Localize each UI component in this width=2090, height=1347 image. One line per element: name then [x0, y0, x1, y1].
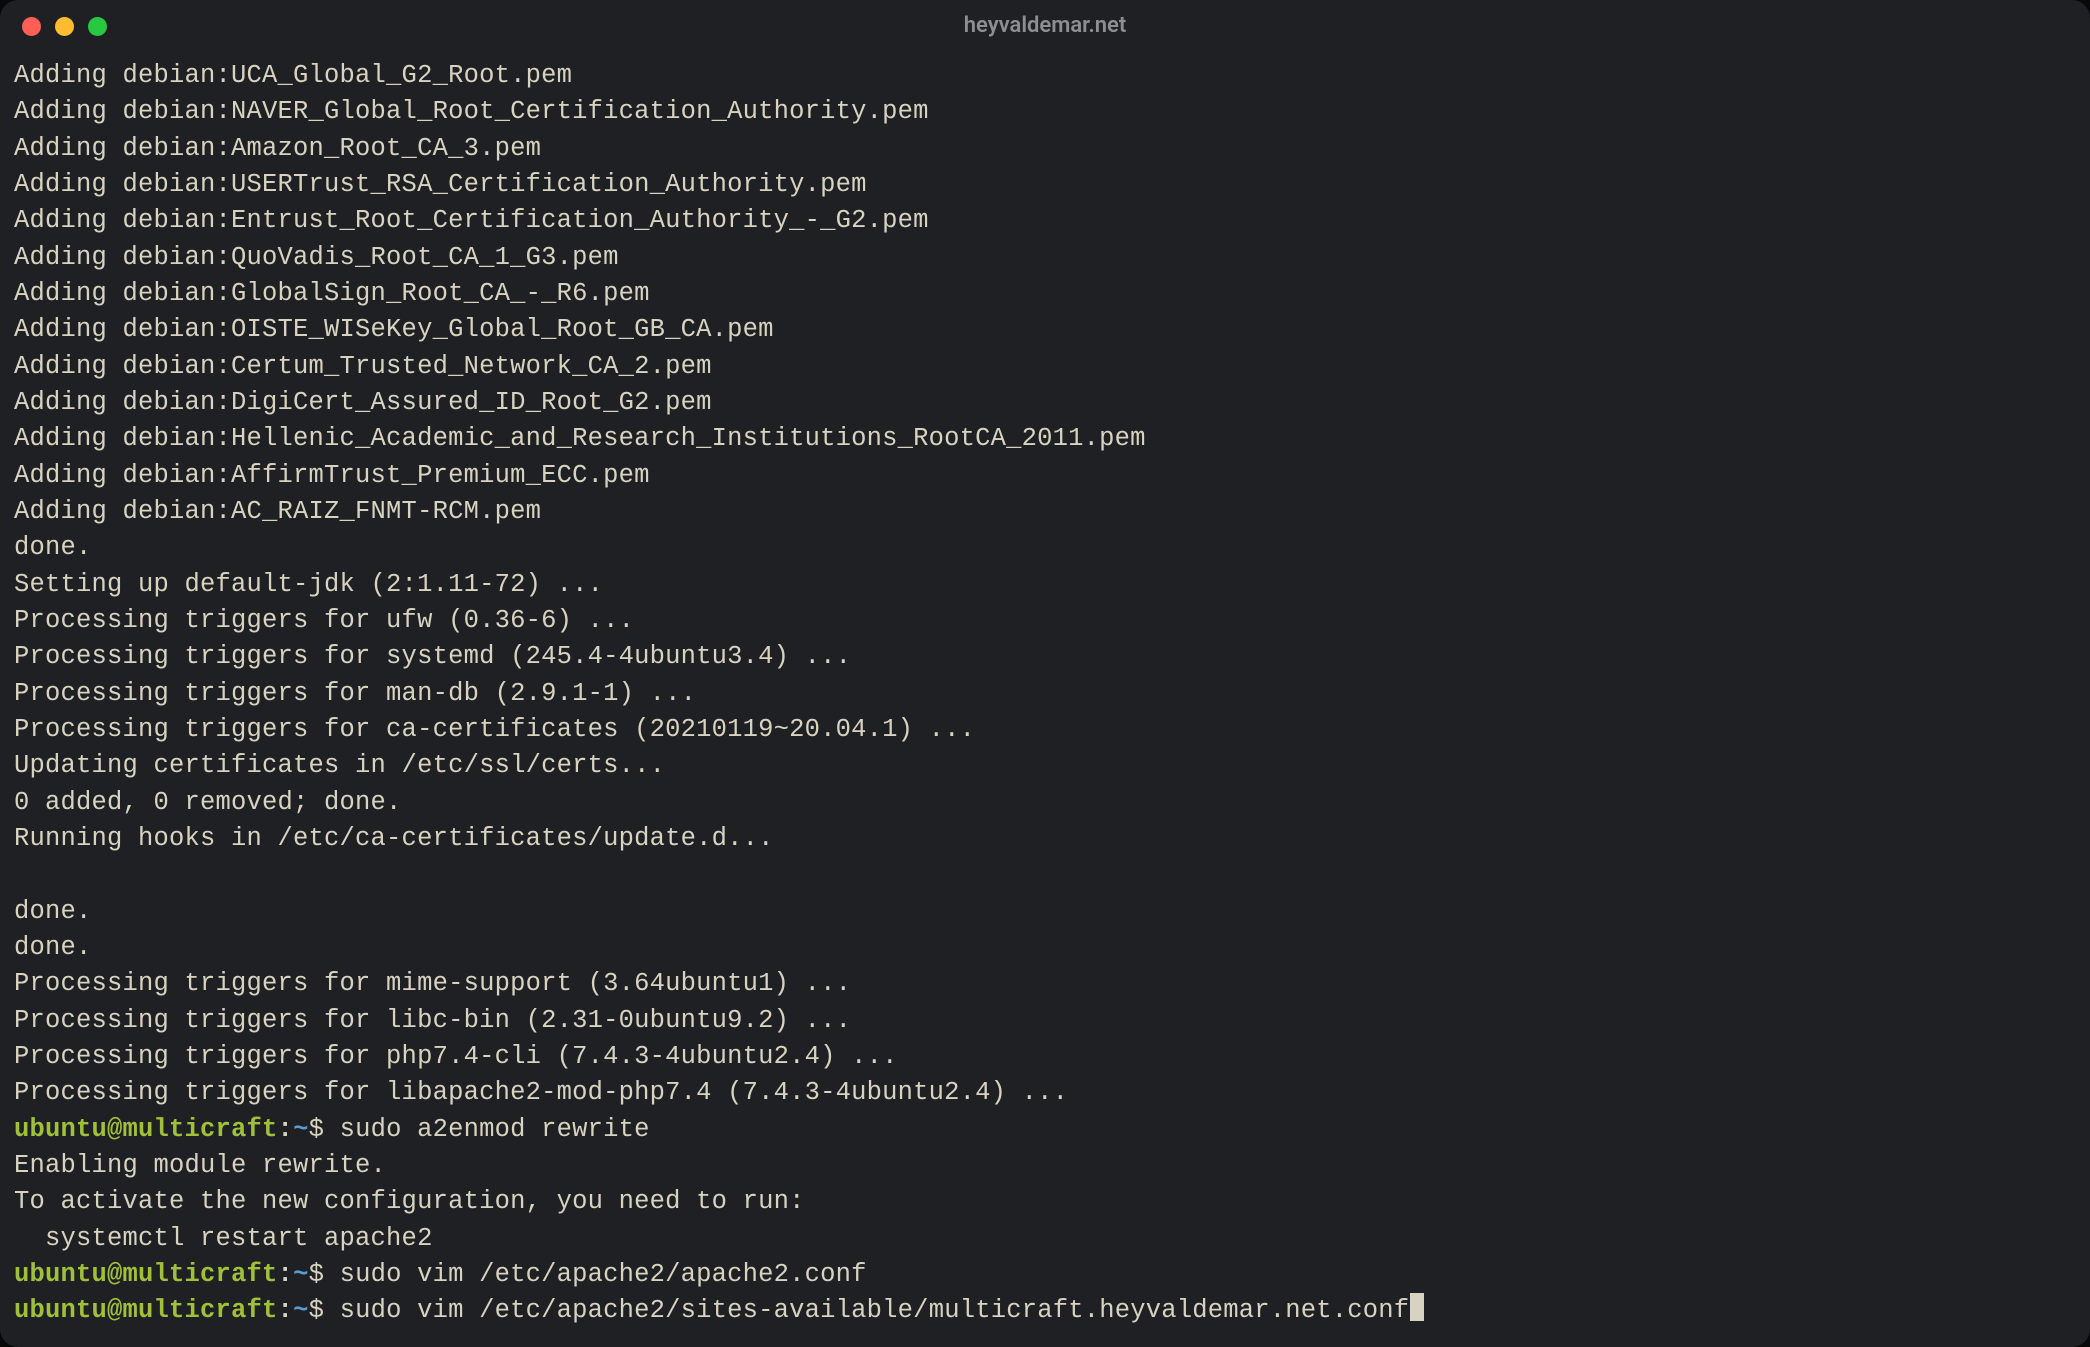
maximize-icon[interactable]: [88, 17, 107, 36]
output-line: Processing triggers for man-db (2.9.1-1)…: [14, 676, 2076, 712]
output-line: Adding debian:Amazon_Root_CA_3.pem: [14, 131, 2076, 167]
prompt-path: ~: [293, 1260, 309, 1289]
output-line: Adding debian:AC_RAIZ_FNMT-RCM.pem: [14, 494, 2076, 530]
prompt-symbol: $: [309, 1115, 340, 1144]
prompt-path: ~: [293, 1296, 309, 1325]
prompt-line: ubuntu@multicraft:~$ sudo a2enmod rewrit…: [14, 1112, 2076, 1148]
output-line: systemctl restart apache2: [14, 1221, 2076, 1257]
output-line: Processing triggers for ca-certificates …: [14, 712, 2076, 748]
prompt-symbol: $: [309, 1296, 340, 1325]
output-line: Adding debian:QuoVadis_Root_CA_1_G3.pem: [14, 240, 2076, 276]
output-line: Adding debian:Certum_Trusted_Network_CA_…: [14, 349, 2076, 385]
command-text: sudo vim /etc/apache2/sites-available/mu…: [340, 1296, 1410, 1325]
command-text: sudo a2enmod rewrite: [340, 1115, 650, 1144]
output-line: To activate the new configuration, you n…: [14, 1184, 2076, 1220]
prompt-user-host: ubuntu@multicraft: [14, 1115, 278, 1144]
prompt-line: ubuntu@multicraft:~$ sudo vim /etc/apach…: [14, 1257, 2076, 1293]
prompt-path: ~: [293, 1115, 309, 1144]
close-icon[interactable]: [22, 17, 41, 36]
output-line: Adding debian:Entrust_Root_Certification…: [14, 203, 2076, 239]
prompt-symbol: $: [309, 1260, 340, 1289]
output-line: Adding debian:UCA_Global_G2_Root.pem: [14, 58, 2076, 94]
terminal-body[interactable]: Adding debian:UCA_Global_G2_Root.pemAddi…: [0, 52, 2090, 1347]
output-line: Updating certificates in /etc/ssl/certs.…: [14, 748, 2076, 784]
window-controls: [22, 17, 107, 36]
output-line: 0 added, 0 removed; done.: [14, 785, 2076, 821]
output-line: done.: [14, 894, 2076, 930]
output-line: Processing triggers for mime-support (3.…: [14, 966, 2076, 1002]
output-line: done.: [14, 530, 2076, 566]
output-line: Processing triggers for systemd (245.4-4…: [14, 639, 2076, 675]
output-line: [14, 857, 2076, 893]
output-line: Setting up default-jdk (2:1.11-72) ...: [14, 567, 2076, 603]
titlebar: heyvaldemar.net: [0, 0, 2090, 52]
output-line: Processing triggers for libc-bin (2.31-0…: [14, 1003, 2076, 1039]
output-line: Adding debian:OISTE_WISeKey_Global_Root_…: [14, 312, 2076, 348]
prompt-user-host: ubuntu@multicraft: [14, 1260, 278, 1289]
prompt-separator: :: [278, 1115, 294, 1144]
prompt-separator: :: [278, 1296, 294, 1325]
output-line: Processing triggers for php7.4-cli (7.4.…: [14, 1039, 2076, 1075]
output-line: Processing triggers for ufw (0.36-6) ...: [14, 603, 2076, 639]
output-line: Adding debian:USERTrust_RSA_Certificatio…: [14, 167, 2076, 203]
prompt-separator: :: [278, 1260, 294, 1289]
window-title: heyvaldemar.net: [0, 15, 2090, 37]
output-line: Enabling module rewrite.: [14, 1148, 2076, 1184]
prompt-user-host: ubuntu@multicraft: [14, 1296, 278, 1325]
output-line: Adding debian:DigiCert_Assured_ID_Root_G…: [14, 385, 2076, 421]
output-line: Processing triggers for libapache2-mod-p…: [14, 1075, 2076, 1111]
command-text: sudo vim /etc/apache2/apache2.conf: [340, 1260, 867, 1289]
output-line: Adding debian:Hellenic_Academic_and_Rese…: [14, 421, 2076, 457]
output-line: Running hooks in /etc/ca-certificates/up…: [14, 821, 2076, 857]
minimize-icon[interactable]: [55, 17, 74, 36]
terminal-window: heyvaldemar.net Adding debian:UCA_Global…: [0, 0, 2090, 1347]
output-line: done.: [14, 930, 2076, 966]
cursor: [1410, 1293, 1424, 1321]
prompt-current[interactable]: ubuntu@multicraft:~$ sudo vim /etc/apach…: [14, 1293, 2076, 1329]
output-line: Adding debian:GlobalSign_Root_CA_-_R6.pe…: [14, 276, 2076, 312]
output-line: Adding debian:NAVER_Global_Root_Certific…: [14, 94, 2076, 130]
output-line: Adding debian:AffirmTrust_Premium_ECC.pe…: [14, 458, 2076, 494]
